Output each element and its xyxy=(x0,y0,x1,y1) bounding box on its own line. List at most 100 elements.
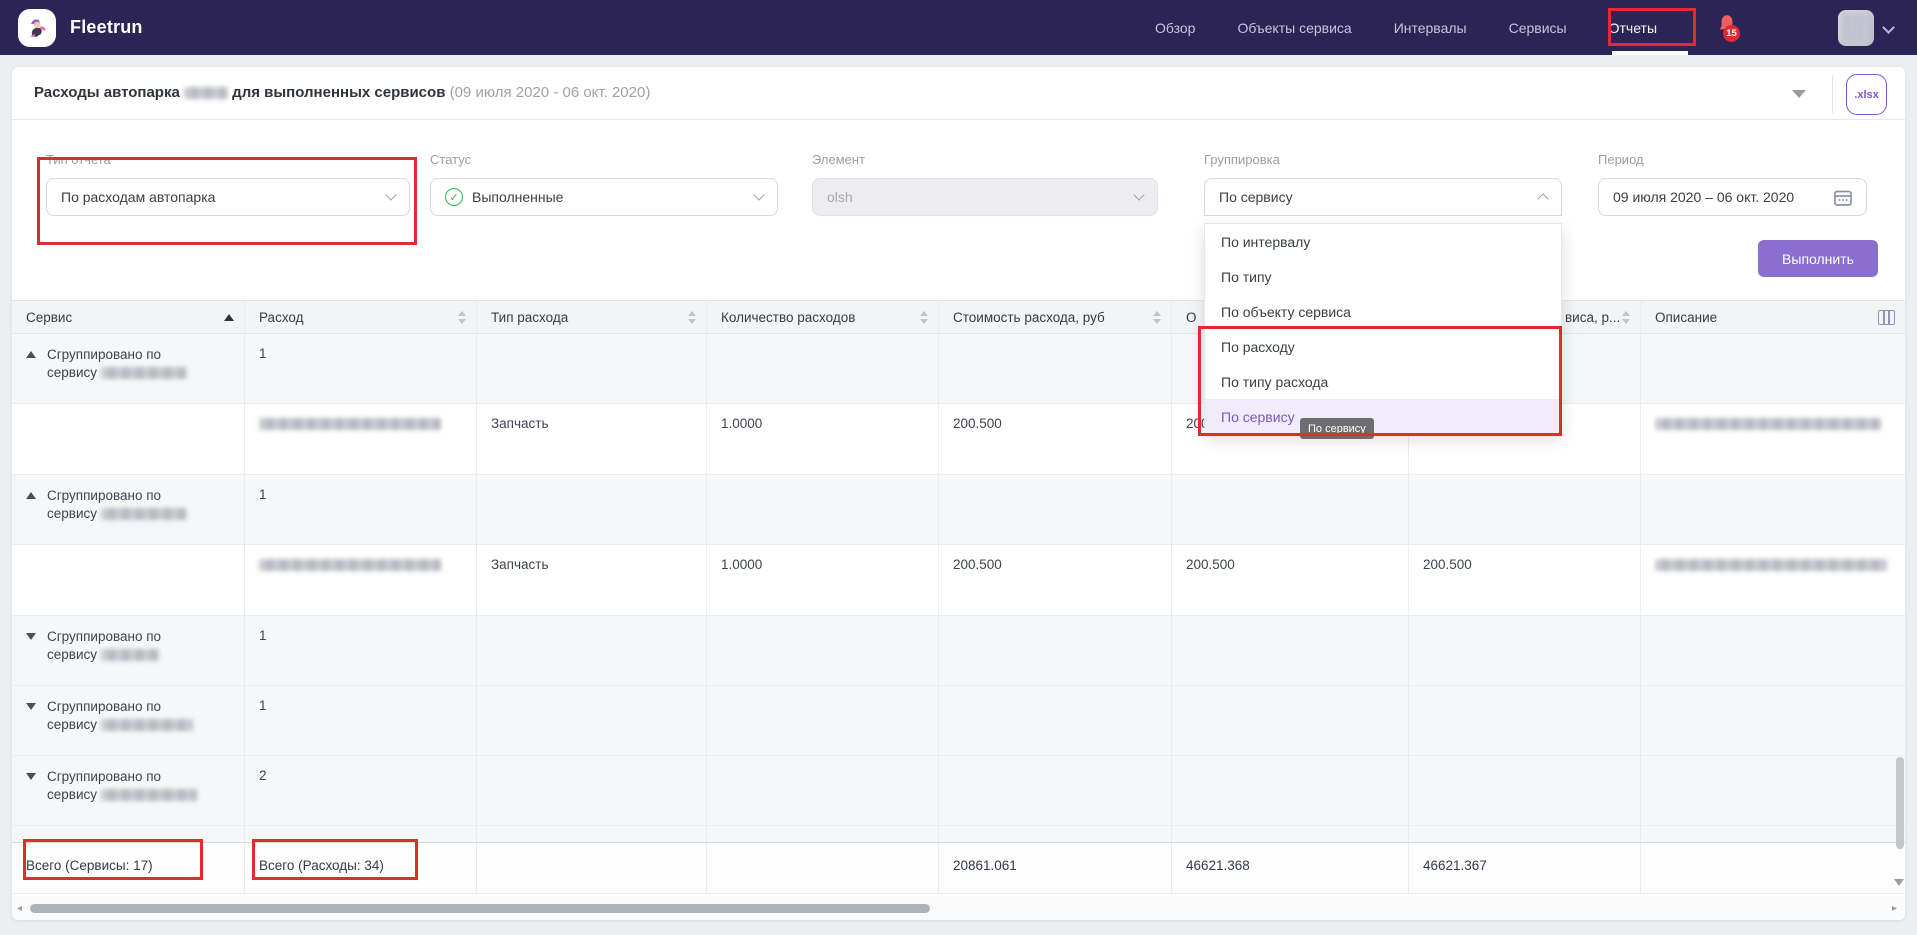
status-label: Статус xyxy=(430,152,471,167)
period-label: Период xyxy=(1598,152,1644,167)
expand-group-icon[interactable] xyxy=(26,633,36,640)
scroll-down-arrow-icon[interactable] xyxy=(1894,879,1904,886)
redacted-service-name xyxy=(101,789,197,801)
grouping-option-service[interactable]: По сервису xyxy=(1205,399,1561,434)
sort-icon xyxy=(1153,311,1161,324)
brand: Fleetrun xyxy=(18,9,143,47)
column-header-expense-cost[interactable]: Стоимость расхода, руб xyxy=(939,301,1172,333)
grouping-option-service-object[interactable]: По объекту сервиса xyxy=(1205,294,1561,329)
status-check-icon: ✓ xyxy=(445,188,463,206)
column-header-service[interactable]: Сервис xyxy=(12,301,245,333)
cell-expense-count: 2 xyxy=(245,756,477,825)
avatar[interactable] xyxy=(1838,10,1874,46)
footer-total-cost-total: 46621.368 xyxy=(1172,843,1409,893)
cell-expense-name xyxy=(245,404,477,474)
chevron-down-icon xyxy=(1133,189,1144,200)
grouping-option-expense-type[interactable]: По типу расхода xyxy=(1205,364,1561,399)
sort-icon xyxy=(1622,311,1630,324)
report-type-value: По расходам автопарка xyxy=(61,189,215,205)
vertical-scroll-thumb[interactable] xyxy=(1896,757,1904,849)
header-divider xyxy=(1832,75,1833,113)
column-settings-icon[interactable] xyxy=(1878,310,1895,325)
brand-name: Fleetrun xyxy=(70,17,143,38)
cell-expense-quantity: 1.0000 xyxy=(707,545,939,615)
table-row-detail: Запчасть 1.0000 200.500 200.500 xyxy=(12,404,1905,475)
horizontal-scroll-thumb[interactable] xyxy=(30,904,930,913)
table-row-partial xyxy=(12,826,1905,842)
cell-expense-count: 1 xyxy=(245,475,477,544)
group-cell[interactable]: Сгруппировано по сервису xyxy=(12,756,245,825)
grouping-label: Группировка xyxy=(1204,152,1280,167)
cell-total-cost: 200.500 xyxy=(1172,545,1409,615)
cell-description xyxy=(1641,404,1905,474)
nav-item-service-objects[interactable]: Объекты сервиса xyxy=(1237,20,1351,36)
cell-expense-count: 1 xyxy=(245,616,477,685)
horizontal-scrollbar[interactable]: ◂ ▸ xyxy=(12,896,1905,920)
fleetrun-logo-icon xyxy=(18,9,56,47)
redacted-service-name xyxy=(101,719,193,731)
nav-item-obzor[interactable]: Обзор xyxy=(1155,20,1195,36)
nav-items: Обзор Объекты сервиса Интервалы Сервисы … xyxy=(1155,0,1657,55)
footer-services-total: Всего (Сервисы: 17) xyxy=(12,843,245,893)
sort-icon xyxy=(458,311,466,324)
column-header-description[interactable]: Описание xyxy=(1641,301,1905,333)
grouping-select[interactable]: По сервису xyxy=(1204,178,1562,216)
table-row-detail: Запчасть 1.0000 200.500 200.500 200.500 xyxy=(12,545,1905,616)
active-tab-underline xyxy=(1612,51,1688,55)
redacted-service-name xyxy=(101,649,159,661)
table-header-row: Сервис Расход Тип расхода Количество рас… xyxy=(12,300,1905,334)
scroll-left-arrow-icon[interactable]: ◂ xyxy=(17,903,22,914)
grouping-value: По сервису xyxy=(1219,189,1293,205)
redacted-description xyxy=(1655,418,1881,430)
redacted-expense-name xyxy=(259,559,441,571)
export-xlsx-button[interactable]: .xlsx xyxy=(1846,74,1887,115)
table-row-group: Сгруппировано по сервису 1 xyxy=(12,334,1905,404)
collapse-group-icon[interactable] xyxy=(26,492,36,499)
page-title: Расходы автопарка для выполненных сервис… xyxy=(34,84,650,101)
user-menu-chevron-down-icon[interactable] xyxy=(1882,21,1895,34)
navbar: Fleetrun Обзор Объекты сервиса Интервалы… xyxy=(0,0,1917,55)
nav-item-intervals[interactable]: Интервалы xyxy=(1394,20,1467,36)
scroll-right-arrow-icon[interactable]: ▸ xyxy=(1892,903,1897,914)
column-header-expense-type[interactable]: Тип расхода xyxy=(477,301,707,333)
cell-expense-count: 1 xyxy=(245,686,477,755)
title-redacted-fleet-name xyxy=(184,87,228,99)
column-header-expense-count[interactable]: Количество расходов xyxy=(707,301,939,333)
run-report-button[interactable]: Выполнить xyxy=(1758,240,1878,277)
title-period-note: (09 июля 2020 - 06 окт. 2020) xyxy=(450,84,651,101)
grouping-option-expense[interactable]: По расходу xyxy=(1205,329,1561,364)
grouping-dropdown: По интервалу По типу По объекту сервиса … xyxy=(1204,223,1562,434)
status-select[interactable]: ✓ Выполненные xyxy=(430,178,778,216)
sort-icon xyxy=(688,311,696,324)
redacted-expense-name xyxy=(259,418,441,430)
chevron-down-icon xyxy=(385,189,396,200)
group-cell[interactable]: Сгруппировано по сервису xyxy=(12,686,245,755)
nav-item-reports[interactable]: Отчеты xyxy=(1609,20,1657,36)
table-row-group: Сгруппировано по сервису 1 xyxy=(12,616,1905,686)
group-cell[interactable]: Сгруппировано по сервису xyxy=(12,475,245,544)
column-header-expense[interactable]: Расход xyxy=(245,301,477,333)
cell-expense-name xyxy=(245,545,477,615)
notification-badge: 15 xyxy=(1723,25,1740,42)
group-cell[interactable]: Сгруппировано по сервису xyxy=(12,616,245,685)
grouping-option-type[interactable]: По типу xyxy=(1205,259,1561,294)
cell-expense-cost: 200.500 xyxy=(939,545,1172,615)
element-label: Элемент xyxy=(812,152,865,167)
notifications-bell[interactable]: 15 xyxy=(1714,12,1748,46)
collapse-group-icon[interactable] xyxy=(26,351,36,358)
expand-group-icon[interactable] xyxy=(26,773,36,780)
redacted-service-name xyxy=(101,508,187,520)
title-suffix: для выполненных сервисов xyxy=(232,84,445,101)
grouping-option-interval[interactable]: По интервалу xyxy=(1205,224,1561,259)
cell-expense-cost: 200.500 xyxy=(939,404,1172,474)
group-cell[interactable]: Сгруппировано по сервису xyxy=(12,334,245,403)
nav-item-services[interactable]: Сервисы xyxy=(1509,20,1567,36)
report-card-header: Расходы автопарка для выполненных сервис… xyxy=(12,67,1905,120)
collapse-report-arrow-icon[interactable] xyxy=(1792,90,1806,98)
period-input[interactable]: 09 июля 2020 – 06 окт. 2020 xyxy=(1598,178,1867,216)
redacted-description xyxy=(1655,559,1887,571)
footer-expenses-total: Всего (Расходы: 34) xyxy=(245,843,477,893)
expand-group-icon[interactable] xyxy=(26,703,36,710)
calendar-icon xyxy=(1834,189,1852,206)
report-type-select[interactable]: По расходам автопарка xyxy=(46,178,410,216)
